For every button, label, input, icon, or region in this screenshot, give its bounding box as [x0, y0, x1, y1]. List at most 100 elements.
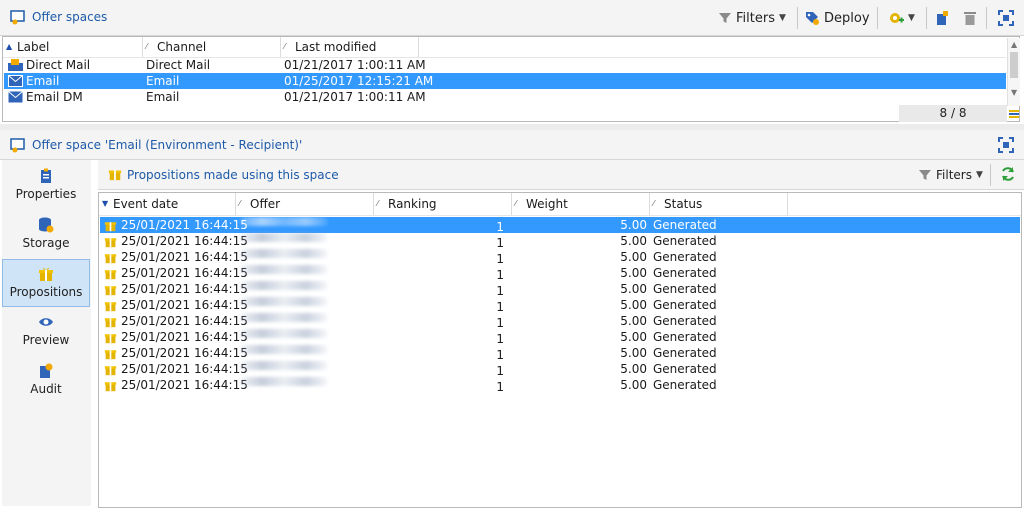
row-offer-redacted: [240, 297, 328, 306]
table-row-selected[interactable]: Email Email 01/25/2017 12:15:21 AM: [4, 73, 1006, 89]
sidebar-item-properties[interactable]: Properties: [2, 162, 90, 210]
gift-icon: [104, 302, 117, 312]
maximize-icon[interactable]: [998, 137, 1014, 153]
email-icon: [8, 91, 23, 103]
column-header-channel[interactable]: ⁄ Channel: [143, 37, 281, 57]
toolbar-divider: [797, 7, 798, 29]
row-event-date: 25/01/2021 16:44:15: [121, 250, 248, 264]
row-status: Generated: [653, 298, 717, 312]
column-header-event-date[interactable]: ▼ Event date: [99, 193, 236, 215]
gift-icon: [104, 222, 117, 232]
row-channel: Email: [146, 74, 180, 88]
database-icon: [39, 217, 54, 233]
deploy-icon: [806, 12, 819, 25]
new-action-button[interactable]: ▼: [888, 7, 915, 29]
row-event-date: 25/01/2021 16:44:15: [121, 266, 248, 280]
sidebar-item-audit[interactable]: Audit: [2, 357, 90, 405]
row-offer-redacted: [240, 361, 328, 370]
sort-icon: ⁄: [377, 199, 379, 208]
toolbar-divider: [990, 164, 991, 186]
row-weight: 5.00: [620, 298, 647, 312]
table-row[interactable]: Direct Mail Direct Mail 01/21/2017 1:00:…: [4, 57, 1006, 73]
row-status: Generated: [653, 314, 717, 328]
filters-button[interactable]: Filters ▼: [718, 7, 786, 29]
sidebar-item-propositions[interactable]: Propositions: [2, 259, 90, 307]
column-header-last-modified[interactable]: ⁄ Last modified: [281, 37, 419, 57]
row-event-date: 25/01/2021 16:44:15: [121, 330, 248, 344]
scroll-down-icon[interactable]: ▼: [1011, 88, 1017, 97]
row-weight: 5.00: [620, 346, 647, 360]
column-header-offer[interactable]: ⁄ Offer: [236, 193, 374, 215]
filters-button[interactable]: Filters ▼: [918, 164, 983, 186]
email-icon: [8, 75, 23, 87]
table-row[interactable]: 25/01/2021 16:44:15 1 5.00 Generated: [100, 345, 1020, 362]
offer-space-icon: [10, 138, 25, 153]
new-offer-space-icon[interactable]: [934, 10, 950, 26]
refresh-icon[interactable]: [1000, 166, 1016, 182]
gift-icon: [104, 286, 117, 296]
offer-spaces-title[interactable]: Offer spaces: [32, 10, 107, 24]
column-header-status[interactable]: ⁄ Status: [650, 193, 788, 215]
table-row[interactable]: 25/01/2021 16:44:15 1 5.00 Generated: [100, 361, 1020, 378]
row-label: Email: [26, 74, 60, 88]
row-weight: 5.00: [620, 314, 647, 328]
row-offer-redacted: [240, 281, 328, 290]
sidebar-label: Storage: [22, 236, 70, 250]
column-header-ranking[interactable]: ⁄ Ranking: [374, 193, 512, 215]
table-row-selected[interactable]: 25/01/2021 16:44:15 1 5.00 Generated: [100, 217, 1020, 234]
chevron-down-icon[interactable]: ▼: [976, 170, 983, 180]
gift-icon: [104, 350, 117, 360]
row-modified: 01/25/2017 12:15:21 AM: [284, 74, 434, 88]
chevron-down-icon[interactable]: ▼: [908, 13, 915, 23]
column-header-weight[interactable]: ⁄ Weight: [512, 193, 650, 215]
column-channel-text: Channel: [157, 40, 207, 54]
table-row[interactable]: 25/01/2021 16:44:15 1 5.00 Generated: [100, 265, 1020, 282]
maximize-icon[interactable]: [998, 10, 1014, 26]
offer-space-icon: [10, 10, 25, 25]
eye-icon: [39, 318, 53, 326]
table-row[interactable]: 25/01/2021 16:44:15 1 5.00 Generated: [100, 249, 1020, 266]
table-row[interactable]: 25/01/2021 16:44:15 1 5.00 Generated: [100, 329, 1020, 346]
gift-icon: [104, 334, 117, 344]
row-label: Direct Mail: [26, 58, 91, 72]
table-row[interactable]: 25/01/2021 16:44:15 1 5.00 Generated: [100, 281, 1020, 298]
gift-icon: [104, 366, 117, 376]
gift-icon: [104, 270, 117, 280]
column-header-label[interactable]: ▲ Label: [3, 37, 143, 57]
row-offer-redacted: [240, 345, 328, 354]
list-config-icon[interactable]: [1008, 108, 1020, 120]
row-weight: 5.00: [620, 234, 647, 248]
toolbar-divider: [877, 7, 878, 29]
chevron-down-icon[interactable]: ▼: [779, 13, 786, 23]
filters-label: Filters: [736, 10, 775, 26]
gear-add-icon: [890, 13, 904, 23]
sort-asc-icon: ▲: [6, 42, 13, 51]
toolbar-divider: [986, 7, 987, 29]
sidebar-item-storage[interactable]: Storage: [2, 211, 90, 259]
row-weight: 5.00: [620, 378, 647, 392]
table-row[interactable]: 25/01/2021 16:44:15 1 5.00 Generated: [100, 297, 1020, 314]
delete-icon[interactable]: [962, 10, 978, 26]
row-status: Generated: [653, 330, 717, 344]
row-event-date: 25/01/2021 16:44:15: [121, 234, 248, 248]
sidebar-item-preview[interactable]: Preview: [2, 308, 90, 356]
row-offer-redacted: [240, 329, 328, 338]
row-status: Generated: [653, 250, 717, 264]
table-row[interactable]: Email DM Email 01/21/2017 1:00:11 AM: [4, 89, 1006, 105]
deploy-button[interactable]: Deploy: [804, 7, 870, 29]
row-modified: 01/21/2017 1:00:11 AM: [284, 58, 426, 72]
column-ranking-text: Ranking: [388, 197, 437, 211]
table-row[interactable]: 25/01/2021 16:44:15 1 5.00 Generated: [100, 313, 1020, 330]
row-offer-redacted: [240, 217, 328, 226]
scroll-thumb[interactable]: [1010, 52, 1018, 78]
vertical-scrollbar[interactable]: ▲ ▼: [1007, 38, 1020, 106]
table-row[interactable]: 25/01/2021 16:44:15 1 5.00 Generated: [100, 233, 1020, 250]
row-channel: Email: [146, 90, 180, 104]
record-count: 8 / 8: [899, 105, 1007, 122]
scroll-up-icon[interactable]: ▲: [1011, 40, 1017, 49]
column-offer-text: Offer: [250, 197, 281, 211]
row-offer-redacted: [240, 233, 328, 242]
gift-icon: [104, 382, 117, 392]
table-row[interactable]: 25/01/2021 16:44:15 1 5.00 Generated: [100, 377, 1020, 394]
row-event-date: 25/01/2021 16:44:15: [121, 378, 248, 392]
